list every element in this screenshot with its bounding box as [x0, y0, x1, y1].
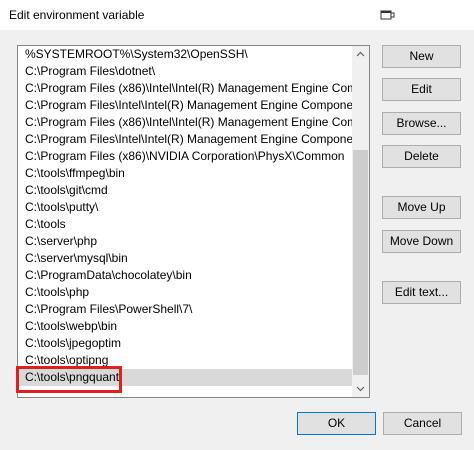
list-item[interactable]: C:\Program Files\dotnet\ — [18, 63, 353, 80]
browse-button[interactable]: Browse... — [382, 112, 461, 135]
restore-window-icon[interactable] — [378, 6, 398, 24]
list-item[interactable]: C:\Program Files (x86)\Intel\Intel(R) Ma… — [18, 80, 353, 97]
list-item[interactable]: C:\tools\putty\ — [18, 199, 353, 216]
ok-button[interactable]: OK — [297, 412, 376, 435]
list-item[interactable]: C:\tools\webp\bin — [18, 318, 353, 335]
list-item[interactable]: C:\Program Files (x86)\Intel\Intel(R) Ma… — [18, 114, 353, 131]
scroll-thumb[interactable] — [353, 150, 368, 375]
list-item[interactable]: C:\Program Files (x86)\NVIDIA Corporatio… — [18, 148, 353, 165]
scroll-up-arrow-icon[interactable] — [352, 46, 369, 63]
list-item[interactable]: C:\server\php — [18, 233, 353, 250]
path-list-items: %SYSTEMROOT%\System32\OpenSSH\ C:\Program… — [18, 46, 353, 386]
scroll-down-arrow-icon[interactable] — [352, 380, 369, 397]
list-item[interactable]: C:\tools\php — [18, 284, 353, 301]
list-item[interactable]: C:\server\mysql\bin — [18, 250, 353, 267]
move-down-button[interactable]: Move Down — [382, 230, 461, 253]
edit-button[interactable]: Edit — [382, 78, 461, 101]
list-item[interactable]: C:\Program Files\Intel\Intel(R) Manageme… — [18, 97, 353, 114]
list-item[interactable]: %SYSTEMROOT%\System32\OpenSSH\ — [18, 46, 353, 63]
edit-text-button[interactable]: Edit text... — [382, 281, 461, 304]
delete-button[interactable]: Delete — [382, 145, 461, 168]
list-item[interactable]: C:\tools — [18, 216, 353, 233]
list-item[interactable]: C:\ProgramData\chocolatey\bin — [18, 267, 353, 284]
list-item[interactable]: C:\tools\git\cmd — [18, 182, 353, 199]
list-item[interactable]: C:\tools\jpegoptim — [18, 335, 353, 352]
list-item[interactable]: C:\Program Files\PowerShell\7\ — [18, 301, 353, 318]
window-title: Edit environment variable — [9, 8, 145, 22]
list-item[interactable]: C:\tools\ffmpeg\bin — [18, 165, 353, 182]
move-up-button[interactable]: Move Up — [382, 196, 461, 219]
list-scrollbar[interactable] — [352, 46, 369, 397]
path-list[interactable]: %SYSTEMROOT%\System32\OpenSSH\ C:\Program… — [17, 45, 370, 398]
cancel-button[interactable]: Cancel — [383, 412, 462, 435]
new-button[interactable]: New — [382, 45, 461, 68]
title-bar[interactable]: Edit environment variable — [0, 0, 474, 30]
selection-highlight-box — [16, 366, 122, 393]
edit-env-variable-dialog: Edit environment variable %SYSTEMROOT%\S… — [0, 0, 474, 450]
list-item[interactable]: C:\Program Files\Intel\Intel(R) Manageme… — [18, 131, 353, 148]
